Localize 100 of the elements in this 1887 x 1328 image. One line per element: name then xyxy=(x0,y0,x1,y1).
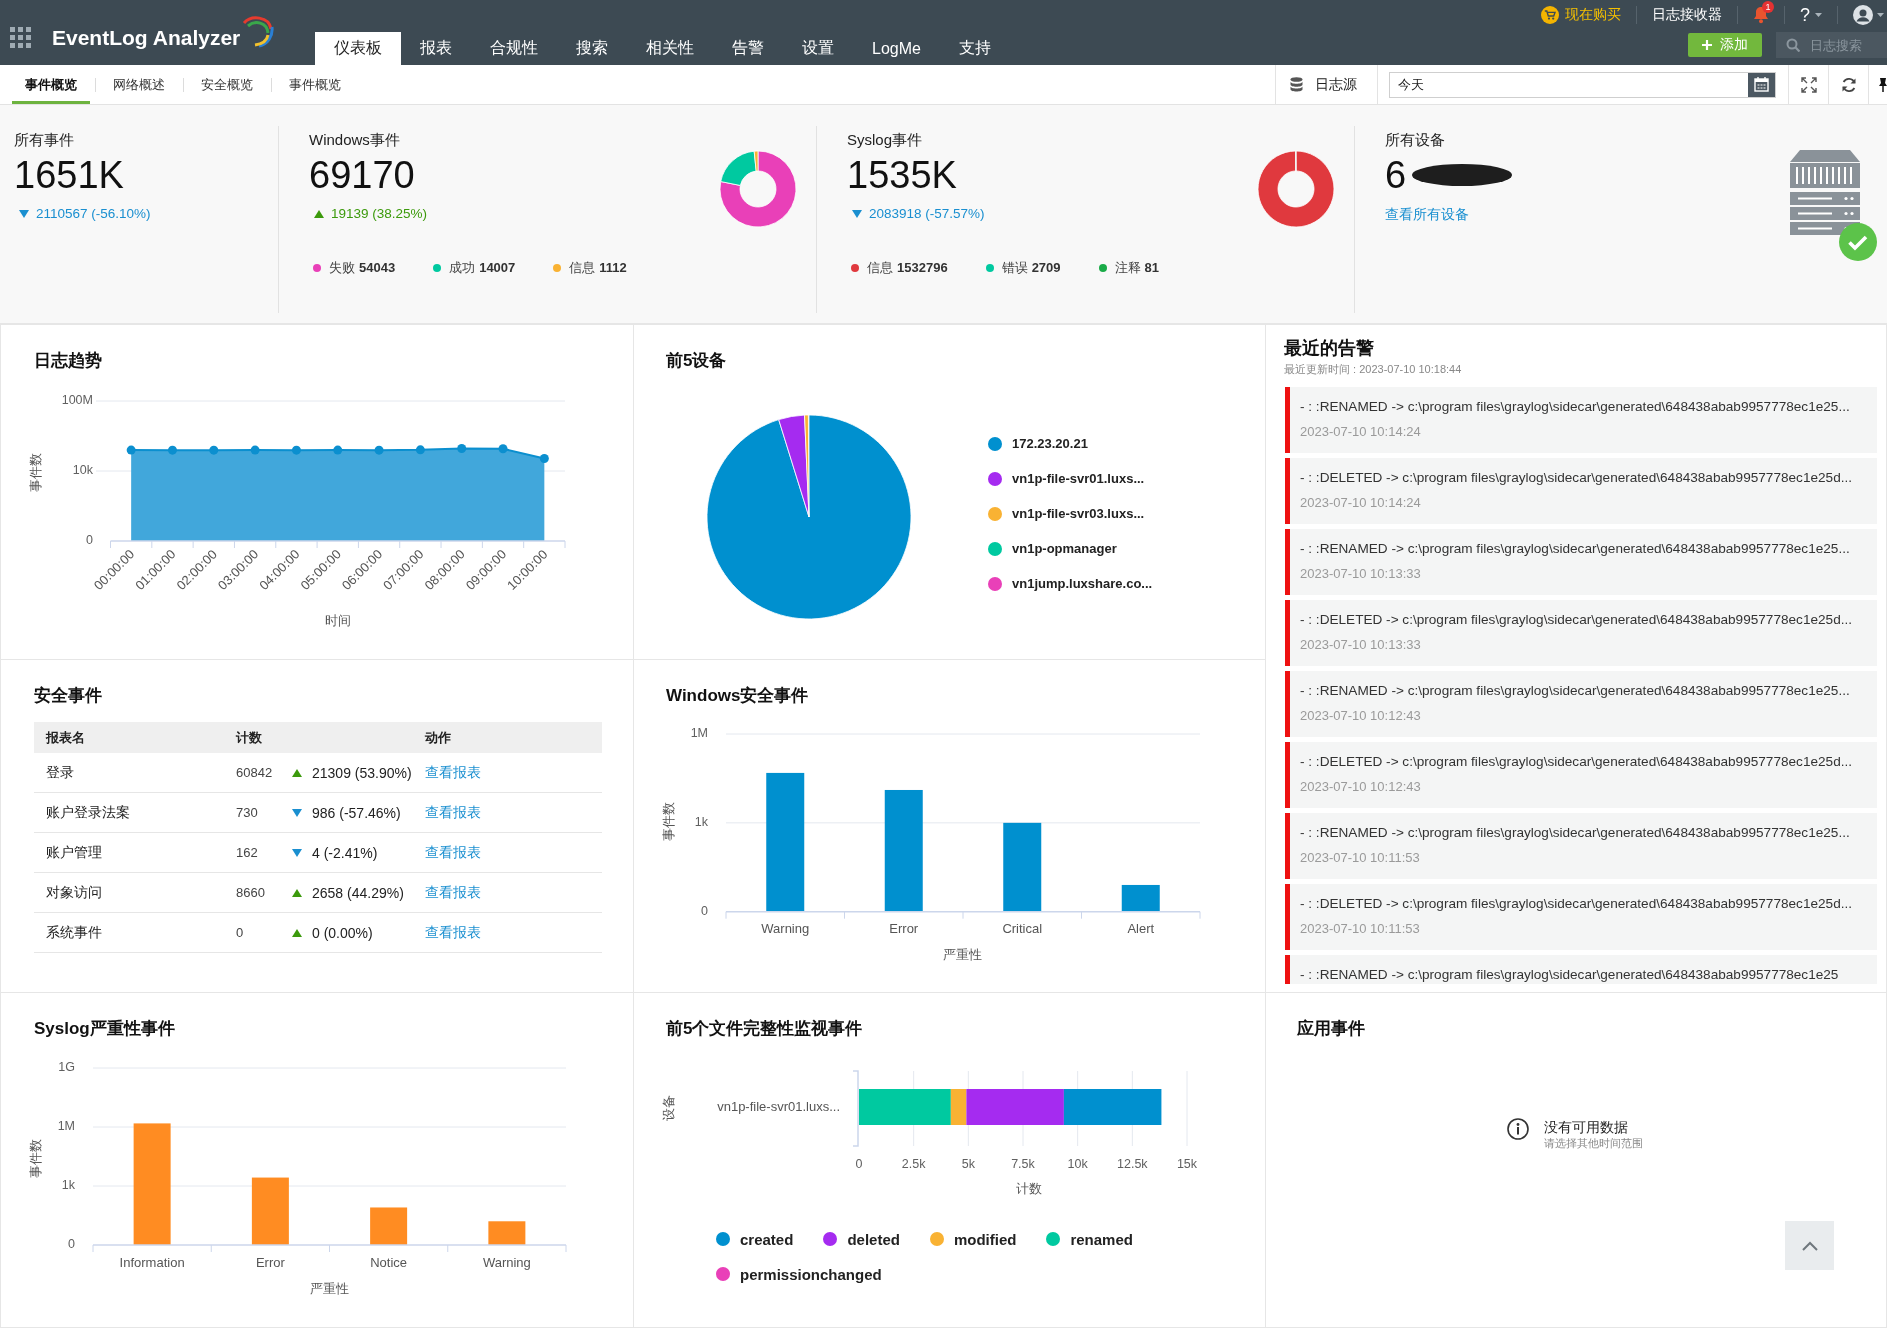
data-point xyxy=(498,444,508,454)
empty-state-title: 没有可用数据 xyxy=(1544,1118,1629,1136)
alert-card[interactable]: - : :RENAMED -> c:\program files\graylog\sidecar\generated\648438abab9957778ec1e25 xyxy=(1285,955,1877,984)
nav-tab[interactable]: 支持 xyxy=(939,32,1010,65)
alert-card[interactable]: - : :RENAMED -> c:\program files\graylog\sidecar\generated\648438abab9957778ec1e25... 2023-07-10 10:12:43 xyxy=(1285,671,1877,737)
legend-value: 1112 xyxy=(599,259,627,277)
view-report-link[interactable]: 查看报表 xyxy=(425,803,481,820)
view-report-link[interactable]: 查看报表 xyxy=(425,883,481,900)
server-icon xyxy=(1790,150,1860,235)
alert-card[interactable]: - : :DELETED -> c:\program files\graylog\sidecar\generated\648438abab9957778ec1e25d... 2023-07-10 10:14:24 xyxy=(1285,458,1877,524)
alert-message: - : :RENAMED -> c:\program files\graylog\sidecar\generated\648438abab9957778ec1e25 xyxy=(1300,966,1840,984)
table-cell: 986 (-57.46%) xyxy=(312,804,401,821)
alert-card[interactable]: - : :RENAMED -> c:\program files\graylog\sidecar\generated\648438abab9957778ec1e25... 2023-07-10 10:13:33 xyxy=(1285,529,1877,595)
caret-icon xyxy=(1877,13,1884,17)
arc-logo-icon xyxy=(242,13,275,48)
legend-label: 注释 xyxy=(1114,259,1141,277)
axis-title: 事件数 xyxy=(28,1138,44,1178)
calendar-icon[interactable] xyxy=(1748,72,1775,97)
y-tick-label: 100M xyxy=(61,393,93,408)
alert-card[interactable]: - : :DELETED -> c:\program files\graylog\sidecar\generated\648438abab9957778ec1e25d... 2023-07-10 10:12:43 xyxy=(1285,742,1877,808)
table-cell: 4 (-2.41%) xyxy=(312,844,378,861)
help-button[interactable]: ? xyxy=(1784,6,1837,24)
table-cell-text: 730 xyxy=(235,805,259,820)
caret-icon xyxy=(1815,13,1822,17)
alert-message: - : :RENAMED -> c:\program files\graylog\sidecar\generated\648438abab9957778ec1e25... xyxy=(1300,540,1851,558)
panel-title: 日志趋势 xyxy=(33,350,103,372)
nav-tab[interactable]: 相关性 xyxy=(627,32,713,65)
x-tick-label: 10k xyxy=(1067,1157,1088,1172)
y-tick-label: 1M xyxy=(690,726,708,741)
view-report-link[interactable]: 查看报表 xyxy=(425,763,481,780)
table-cell: 21309 (53.90%) xyxy=(312,764,412,781)
x-tick-label: Information xyxy=(119,1255,185,1271)
chevron-up-icon xyxy=(1801,1240,1818,1251)
empty-state-hint: 请选择其他时间范围 xyxy=(1544,1136,1643,1150)
legend-label: 信息 xyxy=(569,259,596,277)
last-updated-text: 最近更新时间 : 2023-07-10 10:18:44 xyxy=(1284,362,1463,376)
info-icon xyxy=(1507,1118,1529,1140)
y-tick-label: 0 xyxy=(701,904,708,918)
x-tick-label: 5k xyxy=(961,1157,975,1172)
table-cell: 2658 (44.29%) xyxy=(312,884,404,901)
alert-card[interactable]: - : :DELETED -> c:\program files\graylog\sidecar\generated\648438abab9957778ec1e25d... 2023-07-10 10:11:53 xyxy=(1285,884,1877,950)
legend-value: 54043 xyxy=(359,259,396,277)
nav-tab[interactable]: 合规性 xyxy=(471,32,557,65)
view-report-link[interactable]: 查看报表 xyxy=(425,923,481,940)
stat-value: 1535K xyxy=(847,153,958,197)
alert-message: - : :DELETED -> c:\program files\graylog\sidecar\generated\648438abab9957778ec1e25d... xyxy=(1300,611,1854,629)
nav-tab[interactable]: LogMe xyxy=(853,32,940,65)
alert-card[interactable]: - : :DELETED -> c:\program files\graylog\sidecar\generated\648438abab9957778ec1e25d... 2023-07-10 10:13:33 xyxy=(1285,600,1877,666)
stat-label: Syslog事件 xyxy=(847,130,924,150)
refresh-icon[interactable] xyxy=(1840,76,1857,93)
bell-icon[interactable] xyxy=(1753,6,1769,24)
alert-card[interactable]: - : :RENAMED -> c:\program files\graylog\sidecar\generated\648438abab9957778ec1e25... 2023-07-10 10:11:53 xyxy=(1285,813,1877,879)
y-tick-label: 1G xyxy=(58,1060,75,1075)
panel-title: 安全事件 xyxy=(33,685,103,707)
legend-label: 信息 xyxy=(867,259,893,277)
table-cell-text: 登录 xyxy=(45,763,75,782)
nav-tab[interactable]: 搜索 xyxy=(557,32,627,65)
table-cell-text: 0 xyxy=(235,925,245,940)
user-menu-button[interactable] xyxy=(1837,6,1887,24)
pin-icon[interactable] xyxy=(1879,76,1887,93)
x-tick-label: Warning xyxy=(761,921,810,937)
sub-tab[interactable]: 网络概述 xyxy=(100,65,178,104)
nav-tab[interactable]: 设置 xyxy=(783,32,853,65)
view-report-link[interactable]: 查看报表 xyxy=(425,843,481,860)
legend-label: deleted xyxy=(847,1230,900,1248)
stat-value: 6 xyxy=(1385,153,1407,197)
check-circle-icon xyxy=(1839,223,1877,261)
nav-tab[interactable]: 仪表板 xyxy=(315,32,401,65)
data-point xyxy=(333,445,343,455)
legend-label: modified xyxy=(953,1230,1017,1248)
sub-tab[interactable]: 事件概览 xyxy=(276,65,354,104)
x-tick-label: 15k xyxy=(1176,1157,1198,1172)
y-tick-label: 0 xyxy=(86,533,93,548)
view-all-devices-link[interactable]: 查看所有设备 xyxy=(1385,205,1469,223)
axis-title: 设备 xyxy=(661,1095,677,1121)
user-avatar-icon xyxy=(1853,5,1873,25)
alert-message: - : :RENAMED -> c:\program files\graylog\sidecar\generated\648438abab9957778ec1e25... xyxy=(1300,682,1851,700)
date-field[interactable]: 今天 xyxy=(1389,71,1776,98)
legend-label: created xyxy=(740,1230,794,1248)
alert-message: - : :DELETED -> c:\program files\graylog\sidecar\generated\648438abab9957778ec1e25d... xyxy=(1300,895,1854,913)
log-receiver-link[interactable]: 日志接收器 xyxy=(1636,6,1737,24)
change-text: 19139 (38.25%) xyxy=(331,205,428,223)
axis-title: 时间 xyxy=(325,613,351,629)
sub-tab[interactable]: 安全概览 xyxy=(188,65,266,104)
table-cell-text: 60842 xyxy=(235,765,274,780)
search-field[interactable]: 日志搜索 xyxy=(1776,32,1887,58)
data-point xyxy=(457,443,467,453)
data-point xyxy=(168,445,177,455)
log-source-button[interactable]: 日志源 xyxy=(1275,65,1377,104)
alert-message: - : :RENAMED -> c:\program files\graylog\sidecar\generated\648438abab9957778ec1e25... xyxy=(1300,824,1851,842)
alert-time: 2023-07-10 10:14:24 xyxy=(1300,494,1422,512)
y-tick-label: 1M xyxy=(57,1119,75,1134)
nav-tab[interactable]: 报表 xyxy=(401,32,471,65)
alert-card[interactable]: - : :RENAMED -> c:\program files\graylog\sidecar\generated\648438abab9957778ec1e25... 2023-07-10 10:14:24 xyxy=(1285,387,1877,453)
data-point xyxy=(126,445,136,455)
axis-title: 严重性 xyxy=(309,1281,349,1297)
expand-icon[interactable] xyxy=(1800,76,1817,93)
app-grid-icon[interactable] xyxy=(10,27,31,48)
nav-tab[interactable]: 告警 xyxy=(713,32,783,65)
buy-now-link[interactable]: 现在购买 xyxy=(1526,6,1636,24)
